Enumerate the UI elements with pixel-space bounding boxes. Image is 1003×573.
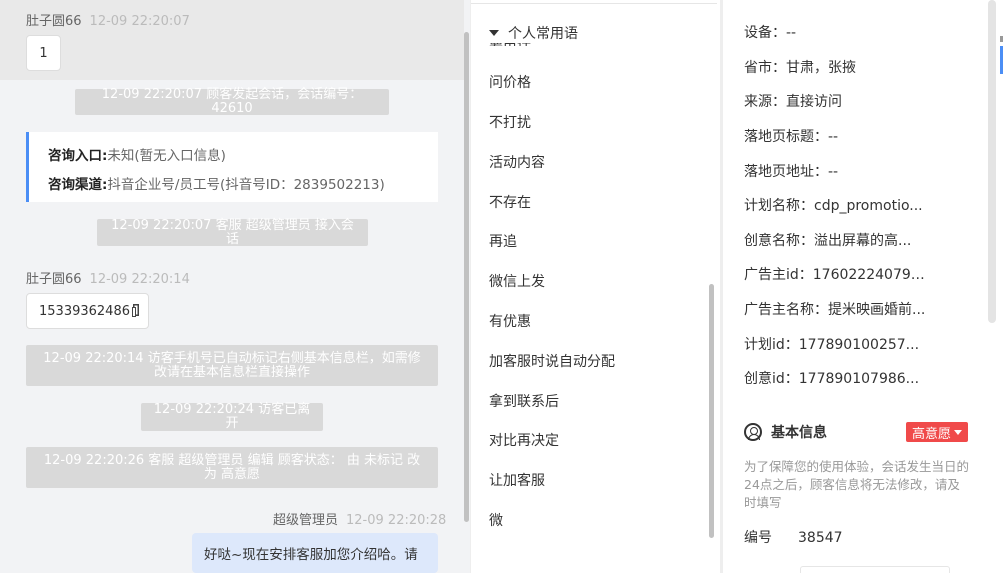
consult-entry-value: 未知(暂无入口信息) (107, 148, 226, 164)
basic-info-title: 基本信息 (771, 425, 827, 441)
phrase-group-title: 个人常用语 (508, 26, 578, 42)
sender-name: 超级管理员 (273, 513, 339, 528)
message-header: 肚子圆66 12-09 22:20:14 (26, 268, 190, 287)
message-time: 12-09 22:20:07 (89, 14, 190, 29)
message-header: 肚子圆66 12-09 22:20:07 (26, 10, 190, 29)
common-phrases-panel: 要电话 个人常用语 问价格 不打扰 活动内容 不存在 再追 微信上发 有优惠 加… (470, 0, 722, 573)
phone-number-text: 15339362486 (39, 303, 130, 319)
device-field: 设备：-- (744, 25, 797, 41)
number-label: 编号 (744, 530, 772, 546)
consult-info-card: 咨询入口:未知(暂无入口信息) 咨询渠道:抖音企业号/员工号(抖音号ID：283… (26, 132, 438, 202)
consult-entry-label: 咨询入口: (48, 148, 108, 164)
phrase-item[interactable]: 有优惠 (489, 311, 531, 331)
sender-name: 肚子圆66 (26, 14, 82, 29)
caret-down-icon (954, 429, 962, 435)
message-time: 12-09 22:20:14 (89, 272, 190, 287)
next-field-input[interactable] (800, 566, 950, 573)
customer-info-panel: 设备：-- 省市：甘肃，张掖 来源：直接访问 落地页标题：-- 落地页地址：--… (723, 0, 1003, 573)
plan-name-field: 计划名称：cdp_promotio... (744, 198, 923, 214)
basic-info-header: 基本信息 (744, 422, 827, 442)
info-scrollbar-thumb[interactable] (988, 0, 996, 323)
consult-channel-row: 咨询渠道:抖音企业号/员工号(抖音号ID：2839502213) (48, 173, 385, 193)
system-message: 12-09 22:20:07 客服 超级管理员 接入会话 (97, 218, 368, 246)
phrase-item[interactable]: 让加客服 (489, 470, 545, 490)
consult-channel-value: 抖音企业号/员工号(抖音号ID：2839502213) (107, 177, 385, 193)
edit-notice: 为了保障您的使用体验，会话发生当日的24点之后，顾客信息将无法修改，请及时填写 (744, 459, 970, 510)
chat-scrollbar[interactable] (463, 0, 470, 573)
message-time: 12-09 22:20:28 (346, 513, 447, 528)
copy-icon[interactable] (131, 307, 136, 317)
phrase-item[interactable]: 不存在 (489, 192, 531, 212)
phrase-item[interactable]: 对比再决定 (489, 430, 559, 450)
plan-id-field: 计划id：177890100257... (744, 337, 920, 353)
phrase-item[interactable]: 再追 (489, 231, 517, 251)
consult-channel-label: 咨询渠道: (48, 177, 108, 193)
app-root: 肚子圆66 12-09 22:20:07 1 12-09 22:20:07 顾客发… (0, 0, 1003, 573)
province-field: 省市：甘肃，张掖 (744, 60, 856, 76)
system-message: 12-09 22:20:26 客服 超级管理员 编辑 顾客状态： 由 未标记 改… (26, 447, 438, 488)
phrase-item[interactable]: 拿到联系后 (489, 391, 559, 411)
phrases-scrollbar-thumb[interactable] (709, 284, 714, 538)
divider (471, 3, 717, 4)
consult-entry-row: 咨询入口:未知(暂无入口信息) (48, 144, 226, 164)
system-message: 12-09 22:20:24 访客已离开 (141, 403, 323, 431)
number-field: 编号 38547 (744, 527, 843, 547)
phrase-item[interactable]: 不打扰 (489, 112, 531, 132)
message-header: 超级管理员 12-09 22:20:28 (273, 509, 446, 528)
sender-name: 肚子圆66 (26, 272, 82, 287)
user-circle-icon (744, 423, 762, 441)
chat-scrollbar-thumb[interactable] (464, 32, 469, 522)
phrase-item[interactable]: 加客服时说自动分配 (489, 351, 615, 371)
advertiser-id-field: 广告主id：176022240796... (744, 267, 926, 283)
phrase-group-header[interactable]: 个人常用语 (489, 23, 582, 43)
advertiser-name-field: 广告主名称：提米映画婚前... (744, 302, 926, 318)
landing-title-field: 落地页标题：-- (744, 129, 839, 145)
chat-panel: 肚子圆66 12-09 22:20:07 1 12-09 22:20:07 顾客发… (0, 0, 470, 573)
intent-status-dropdown[interactable]: 高意愿 (906, 422, 968, 442)
number-value: 38547 (798, 530, 843, 546)
landing-url-field: 落地页地址：-- (744, 164, 839, 180)
phrase-item[interactable]: 活动内容 (489, 152, 545, 172)
source-field: 来源：直接访问 (744, 94, 842, 110)
creative-name-field: 创意名称：溢出屏幕的高... (744, 233, 912, 249)
phrase-item[interactable]: 微信上发 (489, 271, 545, 291)
phrase-item[interactable]: 问价格 (489, 72, 531, 92)
customer-message-bubble[interactable]: 1 (26, 35, 61, 71)
creative-id-field: 创意id：177890107986... (744, 371, 920, 387)
intent-status-label: 高意愿 (911, 426, 951, 442)
caret-down-icon (489, 30, 499, 36)
agent-message-bubble[interactable]: 好哒~现在安排客服加您介绍哈。请 (192, 533, 438, 573)
system-message: 12-09 22:20:07 顾客发起会话，会话编号：42610 (75, 88, 389, 116)
phrase-item[interactable]: 微 (489, 510, 503, 530)
toolbar-icons[interactable] (24, 567, 84, 573)
customer-message-bubble[interactable]: 15339362486 (26, 293, 149, 329)
system-message: 12-09 22:20:14 访客手机号已自动标记右侧基本信息栏，如需修改请在基… (26, 345, 438, 386)
